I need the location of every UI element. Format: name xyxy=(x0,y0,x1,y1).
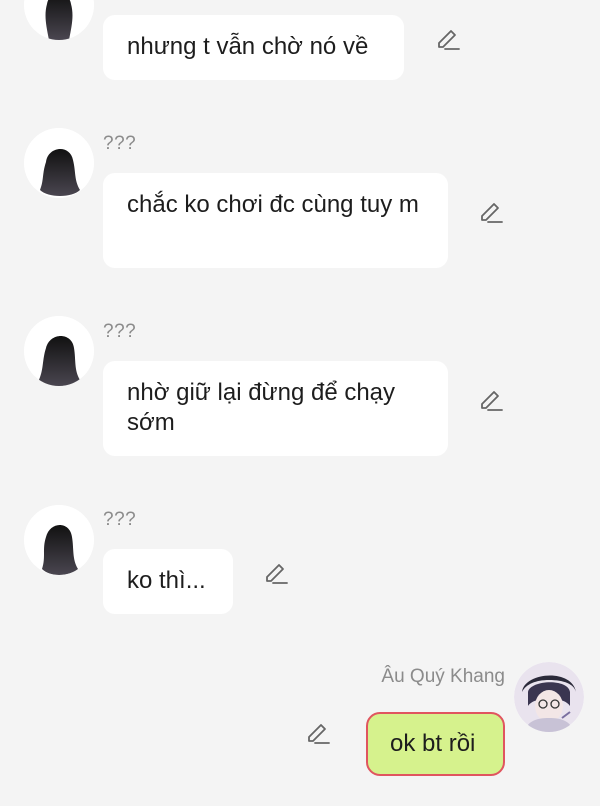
message-bubble[interactable]: nhưng t vẫn chờ nó về xyxy=(103,15,404,80)
my-avatar[interactable] xyxy=(514,662,584,732)
my-message-text: ok bt rồi xyxy=(390,730,476,757)
message-text: nhờ giữ lại đừng để chạy sớm xyxy=(127,379,396,436)
silhouette-avatar-icon xyxy=(24,128,94,198)
message-bubble[interactable]: nhờ giữ lại đừng để chạy sớm xyxy=(103,361,448,456)
sender-name: ??? xyxy=(103,509,137,530)
silhouette-avatar-icon xyxy=(24,505,94,575)
avatar[interactable] xyxy=(24,316,94,386)
message-text: chắc ko chơi đc cùng tuy m xyxy=(127,191,419,218)
my-name: Âu Quý Khang xyxy=(381,666,505,687)
silhouette-avatar-icon xyxy=(24,0,94,40)
message-text: ko thì... xyxy=(127,567,206,594)
sender-name: ??? xyxy=(103,133,137,154)
edit-pencil-icon[interactable] xyxy=(263,561,289,587)
message-bubble[interactable]: ko thì... xyxy=(103,549,233,614)
avatar[interactable] xyxy=(24,0,94,40)
edit-pencil-icon[interactable] xyxy=(435,27,461,53)
avatar[interactable] xyxy=(24,128,94,198)
anime-avatar-icon xyxy=(514,662,584,732)
silhouette-avatar-icon xyxy=(24,316,94,386)
edit-pencil-icon[interactable] xyxy=(478,200,504,226)
avatar[interactable] xyxy=(24,505,94,575)
message-bubble[interactable]: chắc ko chơi đc cùng tuy m xyxy=(103,173,448,268)
message-text: nhưng t vẫn chờ nó về xyxy=(127,33,369,60)
edit-pencil-icon[interactable] xyxy=(305,721,331,747)
edit-pencil-icon[interactable] xyxy=(478,388,504,414)
my-message-bubble[interactable]: ok bt rồi xyxy=(366,712,505,776)
sender-name: ??? xyxy=(103,321,137,342)
